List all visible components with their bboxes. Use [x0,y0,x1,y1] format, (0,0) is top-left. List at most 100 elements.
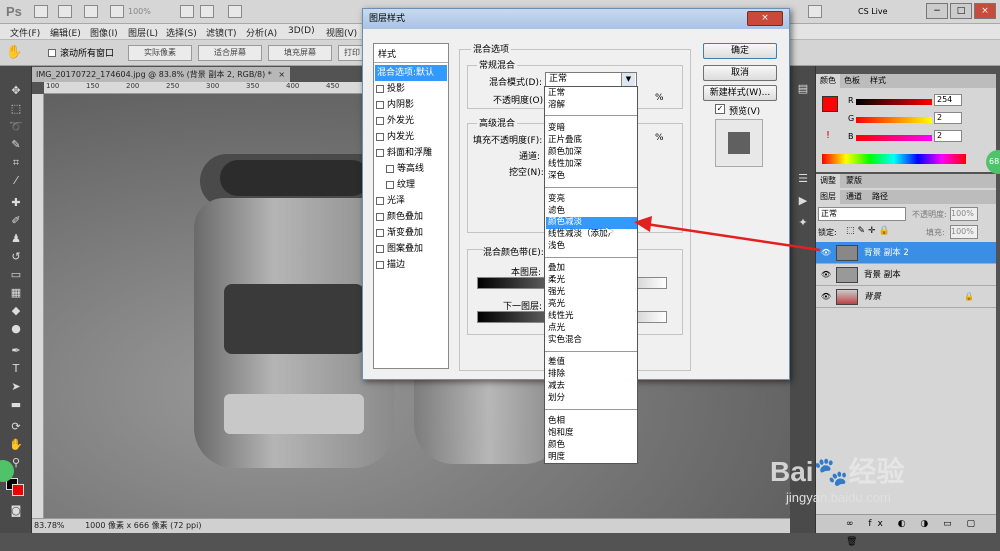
zoom-level-select[interactable]: 100% [128,5,170,19]
tab-styles[interactable]: 样式 [866,74,890,88]
cancel-button[interactable]: 取消 [703,65,777,81]
style-texture[interactable]: 纹理 [386,177,456,193]
crop-tool-icon[interactable]: ⌗ [8,156,24,170]
blend-mode-option[interactable]: 颜色 [547,440,637,452]
history-panel-icon[interactable]: ▤ [795,82,811,96]
screen-mode-icon[interactable] [808,5,822,18]
document-tab-close-icon[interactable]: × [278,70,285,79]
path-select-icon[interactable]: ➤ [8,380,24,394]
style-bevel-emboss[interactable]: 斜面和浮雕 [376,145,446,161]
style-stroke[interactable]: 描边 [376,257,446,273]
eyedropper-tool-icon[interactable]: ⁄ [8,174,24,188]
style-gradient-overlay[interactable]: 渐变叠加 [376,225,446,241]
tab-paths[interactable]: 路径 [868,190,892,204]
blend-mode-option[interactable]: 色相 [547,416,637,428]
checkbox[interactable] [376,196,384,205]
style-drop-shadow[interactable]: 投影 [376,81,446,97]
quick-select-tool-icon[interactable]: ✎ [8,138,24,152]
checkbox[interactable] [376,116,384,125]
channel-g-slider[interactable] [856,117,932,123]
menu-analysis[interactable]: 分析(A) [246,26,277,39]
menu-select[interactable]: 选择(S) [166,26,197,39]
arrange-documents-icon[interactable] [228,5,242,18]
type-tool-icon[interactable]: T [8,362,24,376]
close-button[interactable]: × [974,3,996,19]
menu-layer[interactable]: 图层(L) [128,26,158,39]
blend-mode-option[interactable]: 线性光 [547,311,637,323]
style-satin[interactable]: 光泽 [376,193,446,209]
opacity-value[interactable]: 100% [950,207,978,221]
dodge-tool-icon[interactable]: ● [8,322,24,336]
dialog-close-button[interactable]: × [747,11,783,26]
adjustments-panel-icon[interactable]: ☰ [795,172,811,186]
maximize-button[interactable]: □ [950,3,972,19]
history-brush-icon[interactable]: ↺ [8,250,24,264]
channel-b-slider[interactable] [856,135,932,141]
dialog-titlebar[interactable]: 图层样式 [363,9,789,29]
blend-mode-option[interactable]: 点光 [547,323,637,335]
style-blending-options[interactable]: 混合选项:默认 [375,65,447,81]
minimize-button[interactable]: − [926,3,948,19]
blend-mode-option[interactable]: 明度 [547,452,637,464]
hand-tool-icon[interactable]: ✋ [6,45,28,61]
blend-mode-option-color-dodge[interactable]: 颜色减淡 [547,217,637,229]
chevron-down-icon[interactable]: ▼ [621,73,635,86]
blend-mode-option[interactable]: 亮光 [547,299,637,311]
checkbox[interactable] [376,132,384,141]
layers-footer-icons[interactable]: ∞ fx ◐ ◑ ▭ ▢ 🗑 [816,514,996,547]
layer-background-copy[interactable]: 👁 背景 副本 [816,264,996,286]
style-outer-glow[interactable]: 外发光 [376,113,446,129]
background-color-swatch[interactable] [12,484,24,496]
channel-r-value[interactable]: 254 [934,94,962,106]
hand-tool-icon[interactable] [180,5,194,18]
blend-mode-option[interactable]: 正片叠底 [547,135,637,147]
blend-mode-option[interactable]: 差值 [547,357,637,369]
checkbox[interactable] [376,148,384,157]
eraser-tool-icon[interactable]: ▭ [8,268,24,282]
checkbox[interactable] [376,100,384,109]
style-pattern-overlay[interactable]: 图案叠加 [376,241,446,257]
checkbox[interactable] [376,228,384,237]
blend-mode-option[interactable]: 排除 [547,369,637,381]
fit-screen-button[interactable]: 适合屏幕 [198,45,262,61]
foreground-color-swatch[interactable] [822,96,838,112]
menu-image[interactable]: 图像(I) [90,26,118,39]
blur-tool-icon[interactable]: ◆ [8,304,24,318]
fill-screen-button[interactable]: 填充屏幕 [268,45,332,61]
quick-mask-icon[interactable]: ◙ [8,504,24,518]
layer-background-copy-2[interactable]: 👁 背景 副本 2 [816,242,996,264]
ok-button[interactable]: 确定 [703,43,777,59]
blend-mode-option[interactable]: 浅色 [547,241,637,253]
blend-mode-option[interactable]: 深色 [547,171,637,183]
blend-mode-option[interactable]: 线性减淡（添加） [547,229,637,241]
style-contour[interactable]: 等高线 [386,161,456,177]
menu-3d[interactable]: 3D(D) [288,26,315,36]
blend-mode-select[interactable]: 正常 [818,207,906,221]
tab-layers[interactable]: 图层 [816,190,840,204]
3d-rotate-icon[interactable]: ⟳ [8,420,24,434]
blend-mode-option[interactable]: 滤色 [547,206,637,218]
channel-g-value[interactable]: 2 [934,112,962,124]
checkbox[interactable] [386,180,394,189]
blend-mode-option[interactable]: 线性加深 [547,159,637,171]
rotate-view-icon[interactable] [200,5,214,18]
fill-value[interactable]: 100% [950,225,978,239]
stamp-tool-icon[interactable]: ♟ [8,232,24,246]
menu-view[interactable]: 视图(V) [326,26,357,39]
tab-color[interactable]: 颜色 [816,74,840,88]
color-spectrum-bar[interactable] [822,154,966,164]
visibility-eye-icon[interactable]: 👁 [820,264,832,286]
brush-tool-icon[interactable]: ✐ [8,214,24,228]
style-inner-shadow[interactable]: 内阴影 [376,97,446,113]
zoom-readout[interactable]: 83.78% [34,521,65,530]
marquee-tool-icon[interactable]: ⬚ [8,102,24,116]
shape-tool-icon[interactable]: ▬ [8,398,24,412]
blend-mode-option[interactable]: 变亮 [547,194,637,206]
extras-icon[interactable] [84,5,98,18]
tab-channels[interactable]: 通道 [842,190,866,204]
scroll-all-checkbox[interactable] [48,48,59,58]
visibility-eye-icon[interactable]: 👁 [820,286,832,308]
menu-edit[interactable]: 编辑(E) [50,26,81,39]
lock-icons[interactable]: ⬚✎✛🔒 [846,226,893,236]
blend-mode-option[interactable]: 溶解 [547,100,637,112]
